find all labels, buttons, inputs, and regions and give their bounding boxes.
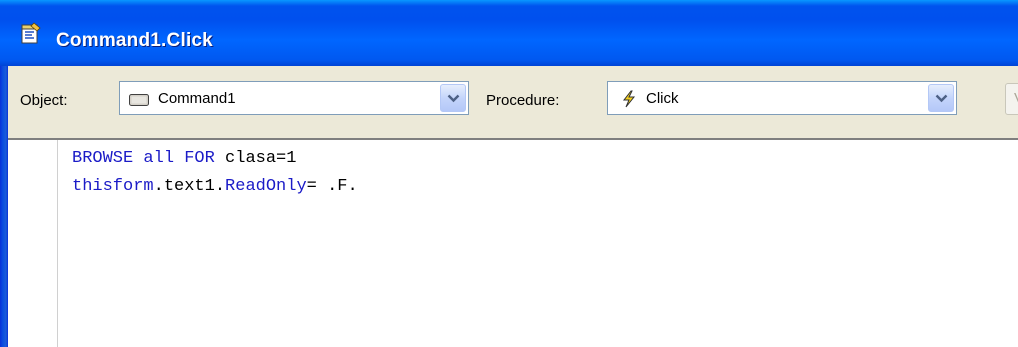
title-bar[interactable]: Command1.Click xyxy=(0,0,1018,66)
code-assignment: = .F. xyxy=(306,177,358,196)
code-member-path: .text1. xyxy=(153,177,226,196)
object-dropdown[interactable]: Command1 xyxy=(119,81,469,115)
procedure-dropdown-button[interactable] xyxy=(928,84,954,112)
procedure-dropdown[interactable]: Click xyxy=(607,81,957,115)
object-procedure-toolbar: Object: Command1 Procedure: Click xyxy=(8,66,1018,138)
procedure-label: Procedure: xyxy=(486,92,560,109)
keyword-thisform: thisform xyxy=(72,177,154,196)
code-window: Command1.Click Object: Command1 Procedur… xyxy=(0,0,1018,347)
window-title: Command1.Click xyxy=(56,30,213,51)
code-gutter xyxy=(8,140,58,347)
object-label: Object: xyxy=(20,92,68,109)
keyword-for: FOR xyxy=(184,149,215,168)
keyword-readonly: ReadOnly xyxy=(225,177,307,196)
keyword-browse: BROWSE xyxy=(72,149,134,168)
command-button-icon xyxy=(129,93,149,111)
code-editor[interactable]: BROWSE all FOR clasa=1 thisform.text1.Re… xyxy=(8,138,1018,347)
chevron-down-icon xyxy=(935,94,948,103)
code-lines: BROWSE all FOR clasa=1 thisform.text1.Re… xyxy=(72,145,358,201)
procedure-value: Click xyxy=(646,90,679,107)
object-dropdown-button[interactable] xyxy=(440,84,466,112)
code-line-2[interactable]: thisform.text1.ReadOnly= .F. xyxy=(72,173,358,201)
code-window-icon xyxy=(20,22,42,44)
code-expression: clasa=1 xyxy=(225,149,297,168)
chevron-down-icon xyxy=(447,94,460,103)
window-frame-left xyxy=(0,66,8,347)
view-toggle-button[interactable]: V xyxy=(1005,83,1018,115)
lightning-icon xyxy=(620,90,638,113)
keyword-all: all xyxy=(143,149,175,168)
object-value: Command1 xyxy=(158,90,236,107)
code-line-1[interactable]: BROWSE all FOR clasa=1 xyxy=(72,145,358,173)
